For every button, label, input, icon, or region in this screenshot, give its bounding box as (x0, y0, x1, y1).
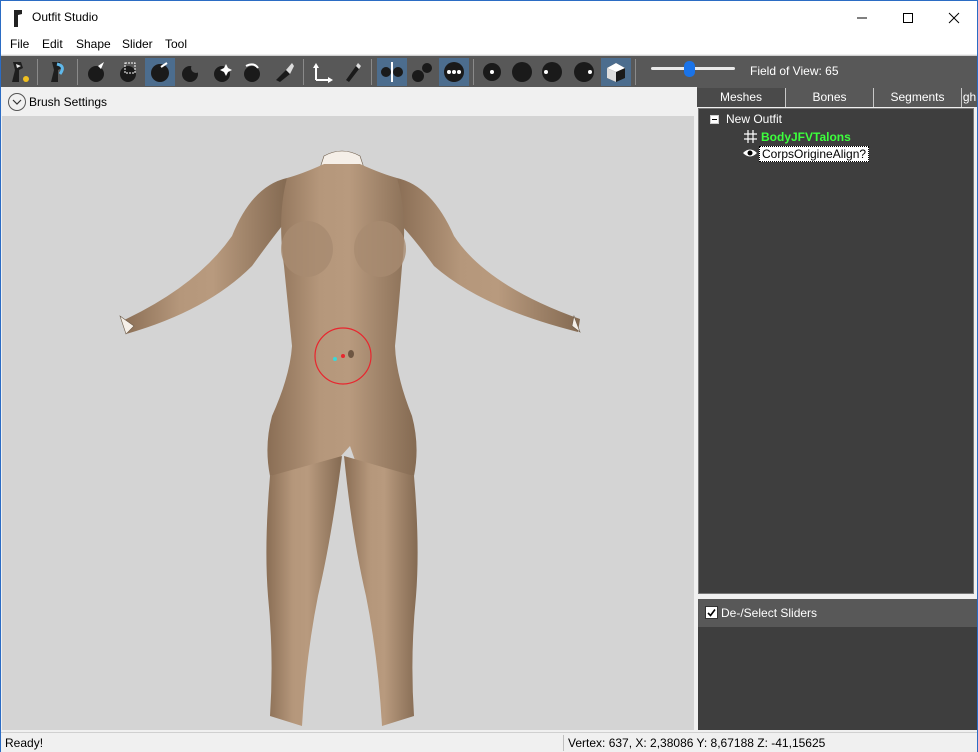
select-brush-icon[interactable] (81, 58, 111, 86)
tab-segments[interactable]: Segments (874, 88, 962, 107)
fov-label: Field of View: 65 (750, 64, 839, 78)
app-window: Outfit Studio File Edit Shape Slider Too… (0, 0, 978, 752)
sliders-list (698, 627, 977, 730)
sliders-label: De-/Select Sliders (721, 606, 818, 620)
tab-partial[interactable]: gh (962, 88, 977, 107)
title-bar: Outfit Studio (1, 1, 977, 34)
menu-bar: File Edit Shape Slider Tool (1, 34, 977, 54)
brush-cursor (314, 327, 372, 385)
menu-file[interactable]: File (10, 37, 29, 51)
chevron-down-icon[interactable] (8, 93, 26, 111)
menu-edit[interactable]: Edit (42, 37, 63, 51)
inflate-brush-icon[interactable] (145, 58, 175, 86)
transform-icon[interactable] (307, 58, 337, 86)
window-title: Outfit Studio (32, 10, 99, 24)
maximize-button[interactable] (885, 1, 931, 34)
connected-only-icon[interactable] (407, 58, 437, 86)
weight-brush-icon[interactable] (269, 58, 299, 86)
tree-item-body[interactable]: BodyJFVTalons (761, 130, 851, 144)
smooth-brush-icon[interactable] (207, 58, 237, 86)
grid-icon (744, 130, 757, 146)
load-outfit-icon[interactable] (43, 58, 73, 86)
status-bar: Ready! Vertex: 637, X: 2,38086 Y: 8,6718… (1, 732, 977, 752)
collapse-toggle[interactable] (710, 115, 719, 124)
brush-size-right-icon[interactable] (569, 58, 599, 86)
panel-tabs: Meshes Bones Segments gh (697, 87, 977, 107)
brush-settings-label: Brush Settings (29, 95, 108, 109)
tab-meshes[interactable]: Meshes (697, 88, 786, 107)
app-logo-icon (11, 10, 25, 27)
brush-size-half-icon[interactable] (537, 58, 567, 86)
tree-root-label[interactable]: New Outfit (726, 112, 782, 126)
fov-slider-thumb[interactable] (684, 61, 695, 77)
brush-size-large-icon[interactable] (507, 58, 537, 86)
vertex-readout: Vertex: 637, X: 2,38086 Y: 8,67188 Z: -4… (568, 736, 826, 750)
menu-shape[interactable]: Shape (76, 37, 111, 51)
status-text: Ready! (5, 736, 44, 750)
view-cube-icon[interactable] (601, 58, 631, 86)
mask-brush-icon[interactable] (113, 58, 143, 86)
3d-viewport[interactable] (2, 116, 694, 730)
menu-tool[interactable]: Tool (165, 37, 187, 51)
global-brush-icon[interactable] (439, 58, 469, 86)
menu-slider[interactable]: Slider (122, 37, 153, 51)
brush-size-small-icon[interactable] (477, 58, 507, 86)
close-button[interactable] (931, 1, 977, 34)
select-sliders-checkbox[interactable] (705, 606, 718, 619)
sliders-header: De-/Select Sliders (698, 599, 977, 627)
move-brush-icon[interactable] (237, 58, 267, 86)
minimize-button[interactable] (839, 1, 885, 34)
mesh-tree: New Outfit BodyJFVTalons CorpsOrigineAli… (698, 108, 974, 594)
deflate-brush-icon[interactable] (175, 58, 205, 86)
x-mirror-icon[interactable] (377, 58, 407, 86)
brush-settings-header[interactable]: Brush Settings (2, 88, 694, 116)
tab-bones[interactable]: Bones (786, 88, 874, 107)
tree-item-corps[interactable]: CorpsOrigineAlign? (759, 146, 870, 162)
new-reference-icon[interactable] (4, 58, 34, 86)
eye-icon[interactable] (742, 147, 758, 162)
pivot-pencil-icon[interactable] (337, 58, 367, 86)
right-panel: Meshes Bones Segments gh New Outfit Body… (697, 87, 977, 730)
